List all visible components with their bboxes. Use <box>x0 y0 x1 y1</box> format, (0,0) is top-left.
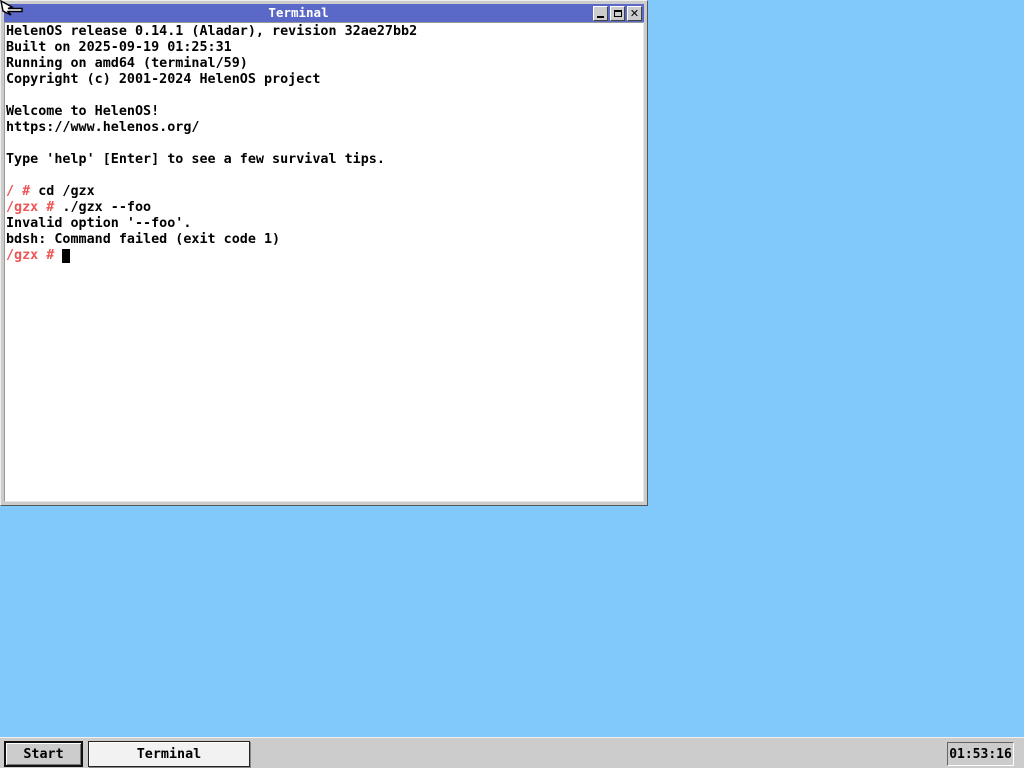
minimize-icon <box>597 15 604 18</box>
window-controls: ✕ <box>593 5 644 21</box>
terminal-line: /gzx # ./gzx --foo <box>6 200 152 215</box>
terminal-line: Welcome to HelenOS! <box>6 104 160 119</box>
minimize-button[interactable] <box>593 5 608 21</box>
clock-value: 01:53:16 <box>949 746 1012 762</box>
taskbar-clock: 01:53:16 <box>947 742 1014 766</box>
terminal-line: /gzx # <box>6 248 643 264</box>
maximize-button[interactable] <box>610 5 625 21</box>
window-titlebar[interactable]: Terminal ✕ <box>4 4 644 22</box>
terminal-line: https://www.helenos.org/ <box>6 120 200 135</box>
close-icon: ✕ <box>629 6 640 20</box>
terminal-line: Type 'help' [Enter] to see a few surviva… <box>6 152 385 167</box>
window-title: Terminal <box>268 5 329 20</box>
terminal-line: Built on 2025-09-19 01:25:31 <box>6 40 232 55</box>
terminal-window: Terminal ✕ HelenOS release 0.14.1 (Alada… <box>0 0 648 506</box>
mouse-pointer-icon <box>0 0 23 16</box>
close-button[interactable]: ✕ <box>627 5 642 21</box>
taskbar-item-terminal[interactable]: Terminal <box>88 741 250 767</box>
text-cursor <box>62 249 71 263</box>
taskbar: Start Terminal 01:53:16 <box>0 737 1024 768</box>
terminal-line: Invalid option '--foo'. <box>6 216 192 231</box>
terminal-line: bdsh: Command failed (exit code 1) <box>6 232 281 247</box>
maximize-icon <box>613 9 622 17</box>
taskbar-item-label: Terminal <box>136 746 202 762</box>
terminal-line: Running on amd64 (terminal/59) <box>6 56 248 71</box>
terminal-line: / # cd /gzx <box>6 184 95 199</box>
start-button-label: Start <box>23 746 64 762</box>
start-button[interactable]: Start <box>4 741 83 767</box>
desktop: { "desktop": { "background_color": "#81c… <box>0 0 1024 768</box>
terminal-output[interactable]: HelenOS release 0.14.1 (Aladar), revisio… <box>4 22 644 502</box>
terminal-line: Copyright (c) 2001-2024 HelenOS project <box>6 72 321 87</box>
terminal-line: HelenOS release 0.14.1 (Aladar), revisio… <box>6 24 418 39</box>
